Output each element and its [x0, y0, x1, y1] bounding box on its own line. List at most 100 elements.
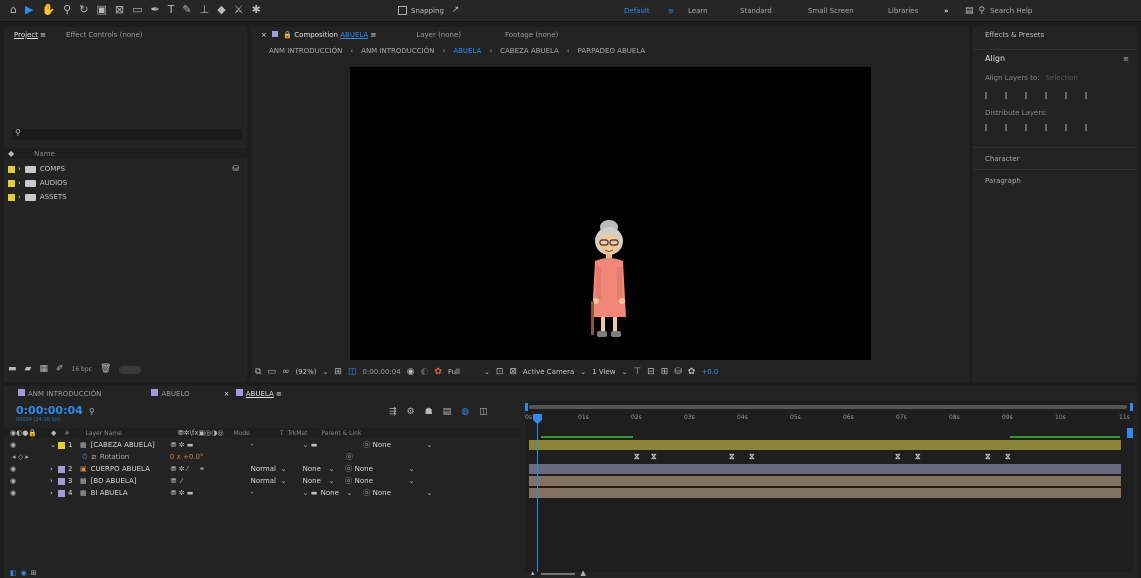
- brush-tool-icon[interactable]: ✎: [182, 4, 191, 15]
- keyframe-nav-icon[interactable]: ◂ ◇ ▸: [12, 453, 82, 461]
- bpc-label[interactable]: 16 bpc: [72, 366, 92, 373]
- column-layer-name[interactable]: Layer Name: [85, 430, 121, 437]
- region-icon[interactable]: ◫: [348, 367, 357, 377]
- breadcrumb-item-active[interactable]: ABUELA: [453, 47, 481, 55]
- table-row[interactable]: ◉ ⌄ 1 ▦ [CABEZA ABUELA] ⛃ ✲ ▬ - ⌄ ▬ ⓞ No…: [4, 440, 521, 450]
- visibility-eye-icon[interactable]: ◉: [10, 489, 50, 497]
- zoom-out-icon[interactable]: ▴: [531, 570, 535, 577]
- workspace-standard[interactable]: Standard: [740, 7, 808, 15]
- label-color[interactable]: [58, 489, 65, 497]
- trkmat-select[interactable]: None: [303, 465, 329, 473]
- align-v-center-icon[interactable]: [1065, 92, 1073, 99]
- list-item[interactable]: › ASSETS: [4, 192, 247, 202]
- layer-switches-toggle-icon[interactable]: ◧: [10, 570, 17, 577]
- expand-arrow-icon[interactable]: ›: [50, 489, 58, 497]
- show-snapshot-icon[interactable]: ◐: [421, 367, 429, 377]
- keyframe-icon[interactable]: ⧖: [1005, 452, 1011, 462]
- tab-project[interactable]: Project ≡: [4, 31, 56, 39]
- roto-brush-icon[interactable]: ⚔: [234, 4, 244, 15]
- pickwhip-icon[interactable]: ⓞ: [343, 477, 355, 485]
- zoom-in-icon[interactable]: ▲: [581, 570, 586, 577]
- visibility-eye-icon[interactable]: ◉: [10, 465, 50, 473]
- playhead-line[interactable]: [537, 422, 538, 572]
- mode-select[interactable]: Normal: [251, 477, 281, 485]
- frame-blending-icon[interactable]: ▤: [443, 408, 452, 417]
- hand-tool-icon[interactable]: ✋: [41, 4, 55, 15]
- chevron-down-icon[interactable]: ⌄ ▬: [303, 489, 321, 497]
- column-trkmat[interactable]: TrkMat: [287, 430, 307, 437]
- tab-layer[interactable]: Layer (none): [406, 31, 471, 39]
- zoom-select[interactable]: (92%): [295, 368, 316, 376]
- transparency-grid-icon[interactable]: ⊠: [509, 367, 517, 377]
- layer-bar-bd[interactable]: [529, 476, 1121, 486]
- distribute-bottom-icon[interactable]: [1025, 124, 1033, 131]
- motion-blur-icon[interactable]: ◍: [461, 408, 469, 417]
- character-panel[interactable]: Character: [985, 155, 1020, 163]
- keyframe-icon[interactable]: ⧖: [895, 452, 901, 462]
- breadcrumb-item[interactable]: ANM INTRODUCCIÓN: [269, 47, 342, 55]
- mode-select[interactable]: Normal: [251, 465, 281, 473]
- layer-name[interactable]: CUERPO ABUELA: [91, 465, 171, 473]
- distribute-v-center-icon[interactable]: [1005, 124, 1013, 131]
- expand-arrow-icon[interactable]: ›: [18, 179, 21, 187]
- visibility-eye-icon[interactable]: ◉: [10, 441, 50, 449]
- graph-editor-icon[interactable]: ◫: [479, 408, 488, 417]
- distribute-left-icon[interactable]: [1045, 124, 1053, 131]
- chevron-down-icon[interactable]: ⌄: [427, 489, 433, 497]
- chevron-down-icon[interactable]: ⌄: [621, 368, 627, 376]
- chevron-down-icon[interactable]: ⌄: [347, 489, 361, 497]
- search-help[interactable]: ▤ ⚲ Search Help: [965, 5, 1135, 17]
- keyframe-track[interactable]: ⧖ ⧖ ⧖ ⧖ ⧖ ⧖ ⧖ ⧖: [529, 452, 1121, 462]
- align-menu-icon[interactable]: ≡: [1123, 55, 1129, 63]
- vr-icon[interactable]: ∞: [282, 367, 290, 377]
- keyframe-icon[interactable]: ⧖: [651, 452, 657, 462]
- chevron-down-icon[interactable]: ⌄: [427, 441, 433, 449]
- keyframe-icon[interactable]: ⧖: [915, 452, 921, 462]
- layer-bar-cabeza[interactable]: [529, 440, 1121, 450]
- chevron-down-icon[interactable]: ⌄: [580, 368, 586, 376]
- label-color[interactable]: [58, 465, 65, 473]
- keyframe-icon[interactable]: ⧖: [729, 452, 735, 462]
- trkmat-select[interactable]: None: [303, 477, 329, 485]
- eraser-icon[interactable]: ◆: [217, 4, 225, 15]
- layer-bar-bi[interactable]: [529, 488, 1121, 498]
- rotation-value[interactable]: 0 x +0.0°: [170, 453, 346, 461]
- search-icon[interactable]: ⚲: [89, 408, 95, 416]
- visibility-eye-icon[interactable]: ◉: [10, 477, 50, 485]
- tab-composition[interactable]: × 🔒 Composition ABUELA ≡: [251, 30, 386, 39]
- chevron-down-icon[interactable]: ⌄: [281, 465, 303, 473]
- layer-name[interactable]: [BD ABUELA]: [91, 477, 171, 485]
- layer-name[interactable]: [CABEZA ABUELA]: [91, 441, 171, 449]
- chevron-down-icon[interactable]: ⌄ ▬: [303, 441, 321, 449]
- workspace-libraries[interactable]: Libraries: [888, 7, 944, 15]
- type-tool-icon[interactable]: T: [168, 4, 175, 15]
- layer-switch-icon[interactable]: ⛃ ✲ ▬: [171, 489, 251, 497]
- mode-select[interactable]: -: [251, 489, 303, 497]
- layer-name[interactable]: BI ABUELA: [91, 489, 171, 497]
- work-area-end[interactable]: [1130, 403, 1133, 411]
- pan-behind-icon[interactable]: ⊠: [115, 4, 124, 15]
- property-row[interactable]: ◂ ◇ ▸ ⏱ ⧄ Rotation 0 x +0.0° ⓞ: [4, 452, 521, 462]
- roi-icon[interactable]: ⊡: [496, 367, 504, 377]
- comp-end-marker[interactable]: [1127, 428, 1133, 438]
- pickwhip-icon[interactable]: ⓞ: [343, 465, 355, 473]
- pickwhip-icon[interactable]: ⓞ: [361, 489, 373, 497]
- camera-tool-icon[interactable]: ▣: [96, 4, 106, 15]
- comp-viewer[interactable]: [350, 67, 871, 360]
- keyframe-icon[interactable]: ⧖: [749, 452, 755, 462]
- rectangle-tool-icon[interactable]: ▭: [132, 4, 142, 15]
- align-right-icon[interactable]: [1025, 92, 1033, 99]
- align-h-center-icon[interactable]: [1005, 92, 1013, 99]
- interpret-footage-icon[interactable]: ▬: [8, 365, 17, 374]
- toggle-pixel-icon[interactable]: ⊤: [633, 367, 641, 377]
- parent-select[interactable]: None: [355, 465, 409, 473]
- layer-switch-icon[interactable]: ⛃ ⁄: [171, 477, 251, 485]
- chevron-down-icon[interactable]: ⌄: [484, 368, 490, 376]
- thumbnail-slider[interactable]: [119, 365, 142, 374]
- timeline-tab-active[interactable]: × ABUELA ≡: [214, 388, 292, 398]
- chevron-down-icon[interactable]: ⌄: [409, 477, 415, 485]
- chevron-down-icon[interactable]: ⌄: [409, 465, 415, 473]
- expand-arrow-icon[interactable]: ›: [50, 477, 58, 485]
- snapping-checkbox[interactable]: [398, 6, 407, 15]
- effects-presets-header[interactable]: Effects & Presets: [985, 31, 1044, 39]
